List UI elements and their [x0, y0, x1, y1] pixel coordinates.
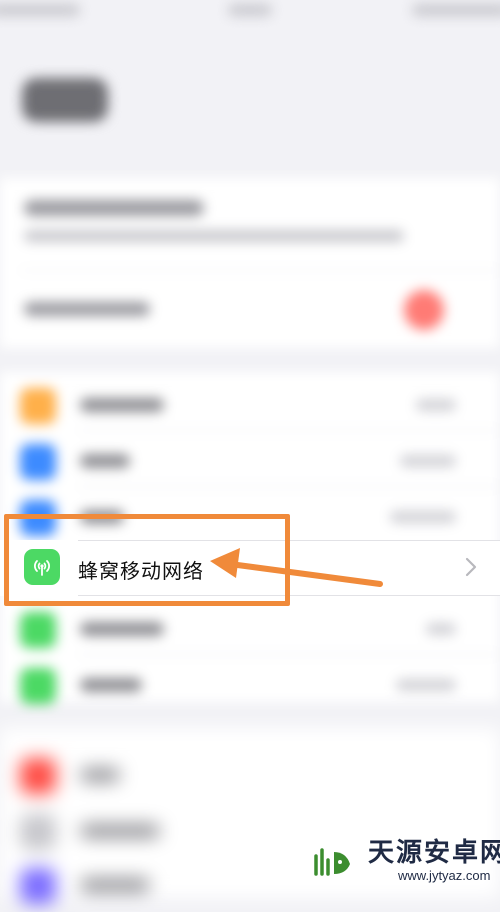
page-title	[22, 78, 108, 122]
notification-badge	[404, 290, 444, 330]
account-name	[24, 200, 204, 216]
list-item[interactable]	[0, 432, 500, 488]
hotspot-icon	[20, 612, 56, 648]
status-bar	[0, 0, 500, 28]
watermark-title: 天源安卓网	[368, 838, 500, 868]
list-item[interactable]	[0, 656, 500, 712]
list-item[interactable]	[0, 746, 500, 802]
watermark: 天源安卓网 www.jytyaz.com	[306, 828, 500, 889]
account-group[interactable]	[0, 178, 500, 348]
notifications-icon	[20, 758, 56, 794]
vpn-icon	[20, 668, 56, 704]
list-item[interactable]	[0, 376, 500, 432]
watermark-url: www.jytyaz.com	[398, 868, 491, 883]
arrow-left-icon	[210, 548, 383, 587]
airplane-icon	[20, 388, 56, 424]
status-battery	[412, 4, 500, 16]
status-time	[228, 4, 272, 16]
list-item[interactable]	[0, 600, 500, 656]
chevron-right-icon	[465, 557, 477, 577]
account-subtitle	[24, 230, 404, 242]
status-carrier	[0, 4, 80, 16]
account-suggestion	[24, 302, 150, 316]
android-logo	[308, 846, 358, 882]
sounds-icon	[20, 814, 56, 850]
wifi-icon	[20, 444, 56, 480]
focus-icon	[20, 868, 56, 904]
